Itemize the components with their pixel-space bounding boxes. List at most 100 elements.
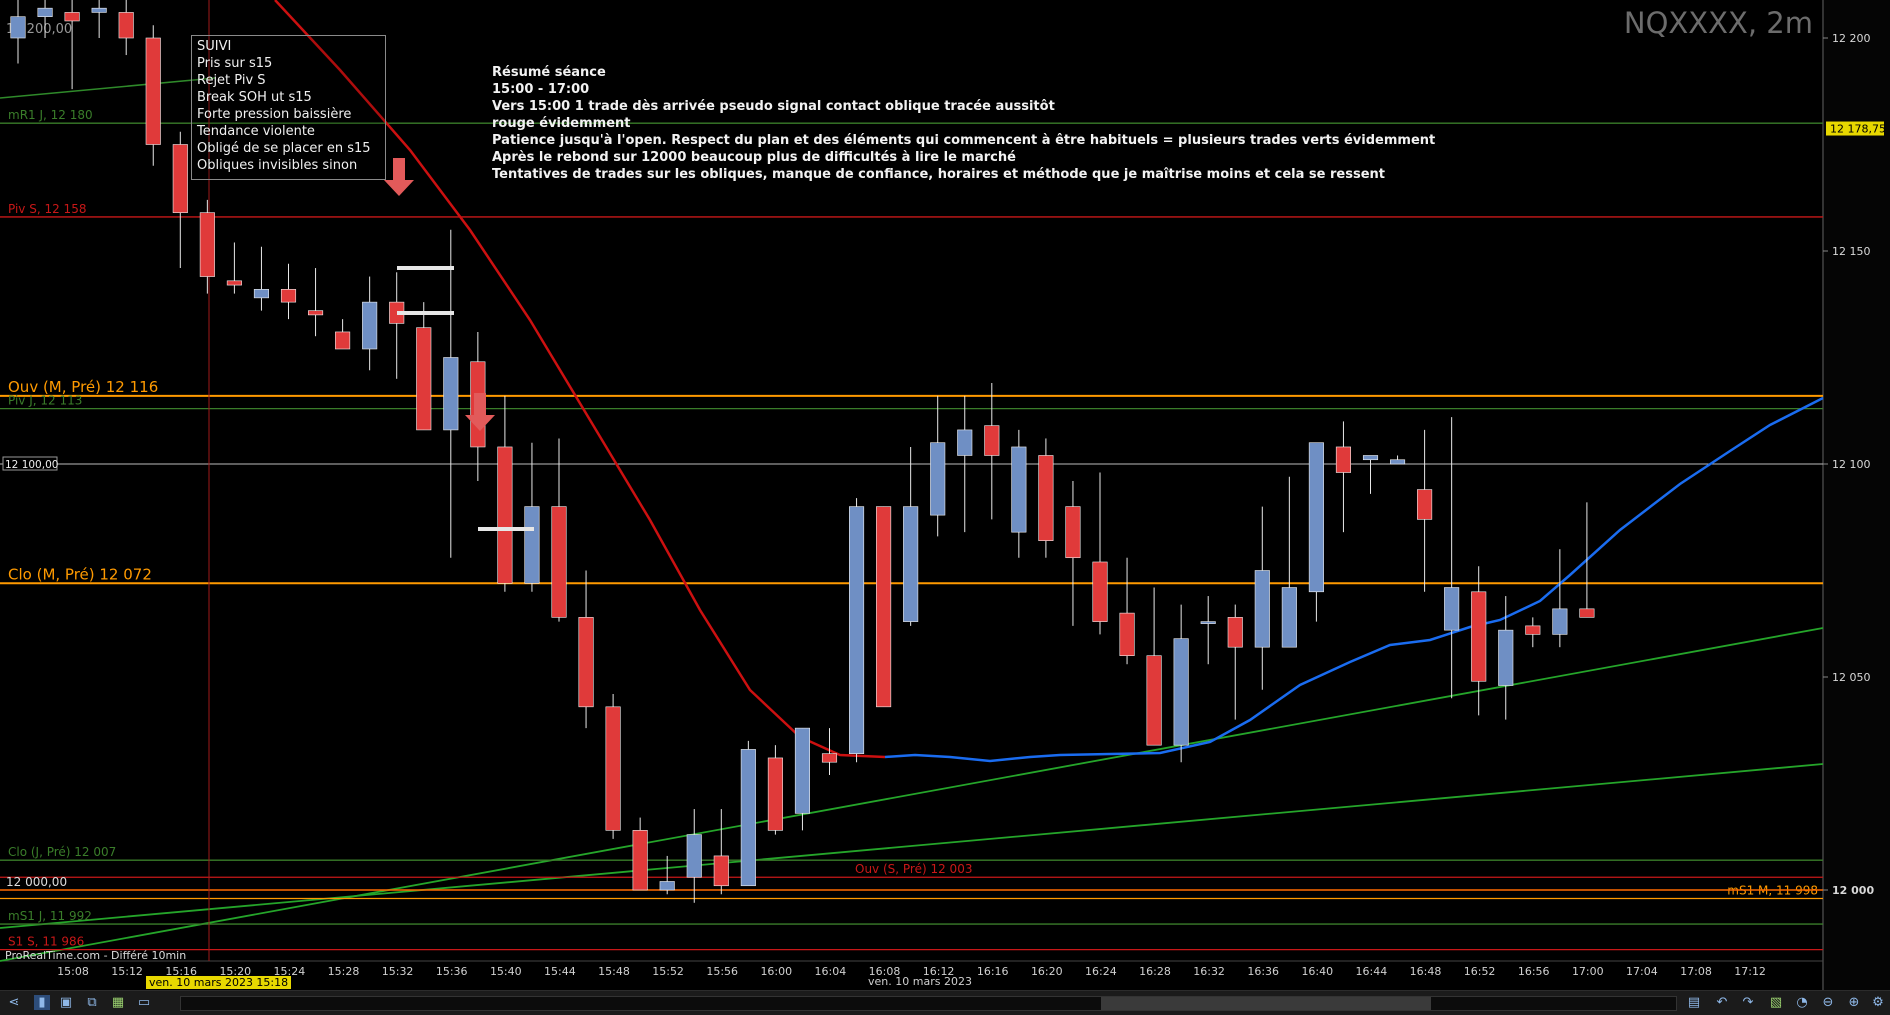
- zoom-in-icon[interactable]: ⊕: [1846, 995, 1862, 1010]
- grid-icon[interactable]: ▦: [110, 995, 126, 1010]
- y-tick-label: 12 200: [1832, 32, 1871, 45]
- screen-icon[interactable]: ▭: [136, 995, 152, 1010]
- x-tick-label: 16:00: [760, 965, 792, 978]
- x-tick-label: 15:32: [382, 965, 414, 978]
- suivi-line: Forte pression baissière: [197, 107, 352, 122]
- candle-body: [1335, 446, 1351, 473]
- x-tick-label: 15:36: [436, 965, 468, 978]
- cursor-price-label: 12 100,00: [5, 459, 58, 471]
- x-tick-label: 16:20: [1031, 965, 1063, 978]
- candle-body: [253, 289, 269, 299]
- candle-body: [91, 7, 107, 13]
- candle-body: [1146, 655, 1162, 746]
- suivi-line: SUIVI: [197, 39, 232, 54]
- suivi-line: Tendance violente: [197, 124, 315, 139]
- share-icon[interactable]: ⋖: [6, 995, 22, 1010]
- suivi-line: Obligé de se placer en s15: [197, 141, 371, 156]
- suivi-line: Rejet Piv S: [197, 73, 266, 88]
- candle-body: [984, 425, 1000, 456]
- candle-body: [1552, 608, 1568, 635]
- x-tick-label: 16:56: [1518, 965, 1550, 978]
- horizontal-scrollbar[interactable]: [180, 996, 1677, 1011]
- candle-body: [551, 506, 567, 618]
- axis-date: ven. 10 mars 2023: [868, 975, 972, 988]
- level-label: Clo (M, Pré) 12 072: [8, 565, 152, 583]
- redo-icon[interactable]: ↷: [1740, 995, 1756, 1010]
- summary-line: 15:00 - 17:00: [492, 82, 590, 97]
- export-icon[interactable]: ▧: [1768, 995, 1784, 1010]
- x-tick-label: 16:24: [1085, 965, 1117, 978]
- suivi-line: Pris sur s15: [197, 56, 273, 71]
- bottom-toolbar: ⋖ ▮ ▣ ⧉ ▦ ▭ ▤ ↶ ↷ ▧ ◔ ⊖ ⊕ ⚙: [0, 990, 1890, 1015]
- x-tick-label: 15:56: [706, 965, 738, 978]
- layout-icon[interactable]: ▤: [1686, 995, 1702, 1010]
- x-tick-label: 16:52: [1464, 965, 1496, 978]
- y-tick-label: 12 100: [1832, 458, 1871, 471]
- candle-body: [280, 289, 297, 303]
- suivi-line: Obliques invisibles sinon: [197, 158, 358, 173]
- price-axis-panel: [1824, 0, 1890, 990]
- x-tick-label: 15:28: [328, 965, 360, 978]
- level-label: Ouv (S, Pré) 12 003: [855, 862, 972, 876]
- candle-body: [362, 301, 378, 350]
- instrument-title: NQXXXX, 2m: [1623, 6, 1813, 40]
- candle-body: [1579, 608, 1595, 618]
- candle-body: [307, 310, 324, 316]
- undo-icon[interactable]: ↶: [1714, 995, 1730, 1010]
- candle-body: [876, 506, 892, 708]
- zoom-fit-icon[interactable]: ◔: [1794, 995, 1810, 1010]
- candle-body: [1308, 442, 1324, 593]
- candle-body: [1281, 587, 1297, 648]
- candle-body: [632, 830, 648, 891]
- x-tick-label: 15:40: [490, 965, 522, 978]
- zoom-out-icon[interactable]: ⊖: [1820, 995, 1836, 1010]
- summary-line: rouge évidemment: [492, 116, 631, 131]
- x-tick-label: 16:48: [1410, 965, 1442, 978]
- y-tick-label: 12 000: [1832, 884, 1874, 897]
- candle-body: [605, 706, 621, 831]
- candle-body: [416, 327, 432, 431]
- x-tick-label: 17:08: [1680, 965, 1712, 978]
- candle-body: [172, 144, 188, 213]
- summary-line: Tentatives de trades sur les obliques, m…: [492, 167, 1386, 182]
- level-label: Clo (J, Pré) 12 007: [8, 845, 116, 859]
- x-tick-label: 16:04: [815, 965, 847, 978]
- candle-body: [1227, 617, 1243, 648]
- summary-line: Vers 15:00 1 trade dès arrivée pseudo si…: [492, 99, 1055, 114]
- candle-body: [443, 357, 459, 431]
- x-tick-label: 16:16: [977, 965, 1009, 978]
- candle-body: [199, 212, 215, 277]
- candle-body: [821, 753, 838, 763]
- candle-body: [335, 331, 351, 350]
- candle-body: [848, 506, 865, 754]
- y-tick-label: 12 150: [1832, 245, 1871, 258]
- data-source-note: ProRealTime.com - Différé 10min: [5, 949, 187, 962]
- scrollbar-thumb[interactable]: [1101, 997, 1431, 1010]
- candle-body: [497, 446, 513, 584]
- copy-icon[interactable]: ⧉: [84, 995, 100, 1010]
- candle-body: [713, 855, 729, 887]
- candle-body: [1362, 455, 1379, 461]
- candle-body: [1417, 489, 1433, 520]
- x-tick-label: 15:08: [57, 965, 89, 978]
- suivi-box: SUIVI Pris sur s15 Rejet Piv S Break SOH…: [191, 35, 386, 180]
- x-tick-label: 17:04: [1626, 965, 1658, 978]
- x-tick-label: 15:44: [544, 965, 576, 978]
- candle-body: [1254, 570, 1270, 648]
- candle-body: [1444, 587, 1460, 631]
- x-tick-label: 16:40: [1301, 965, 1333, 978]
- x-tick-label: 15:52: [652, 965, 684, 978]
- candle-body: [740, 749, 756, 887]
- window-icon[interactable]: ▣: [58, 995, 74, 1010]
- settings-icon[interactable]: ⚙: [1870, 995, 1886, 1010]
- cursor-icon[interactable]: ▮: [34, 995, 50, 1010]
- level-label: S1 S, 11 986: [8, 935, 84, 949]
- candle-body: [1038, 455, 1054, 541]
- cursor-date-tag: ven. 10 mars 2023 15:18: [146, 976, 292, 989]
- candle-body: [957, 429, 973, 456]
- level-label: mR1 J, 12 180: [8, 108, 93, 122]
- candle-body: [686, 834, 702, 878]
- candle-body: [1390, 459, 1406, 465]
- candle-body: [1119, 612, 1135, 656]
- candle-body: [524, 506, 540, 584]
